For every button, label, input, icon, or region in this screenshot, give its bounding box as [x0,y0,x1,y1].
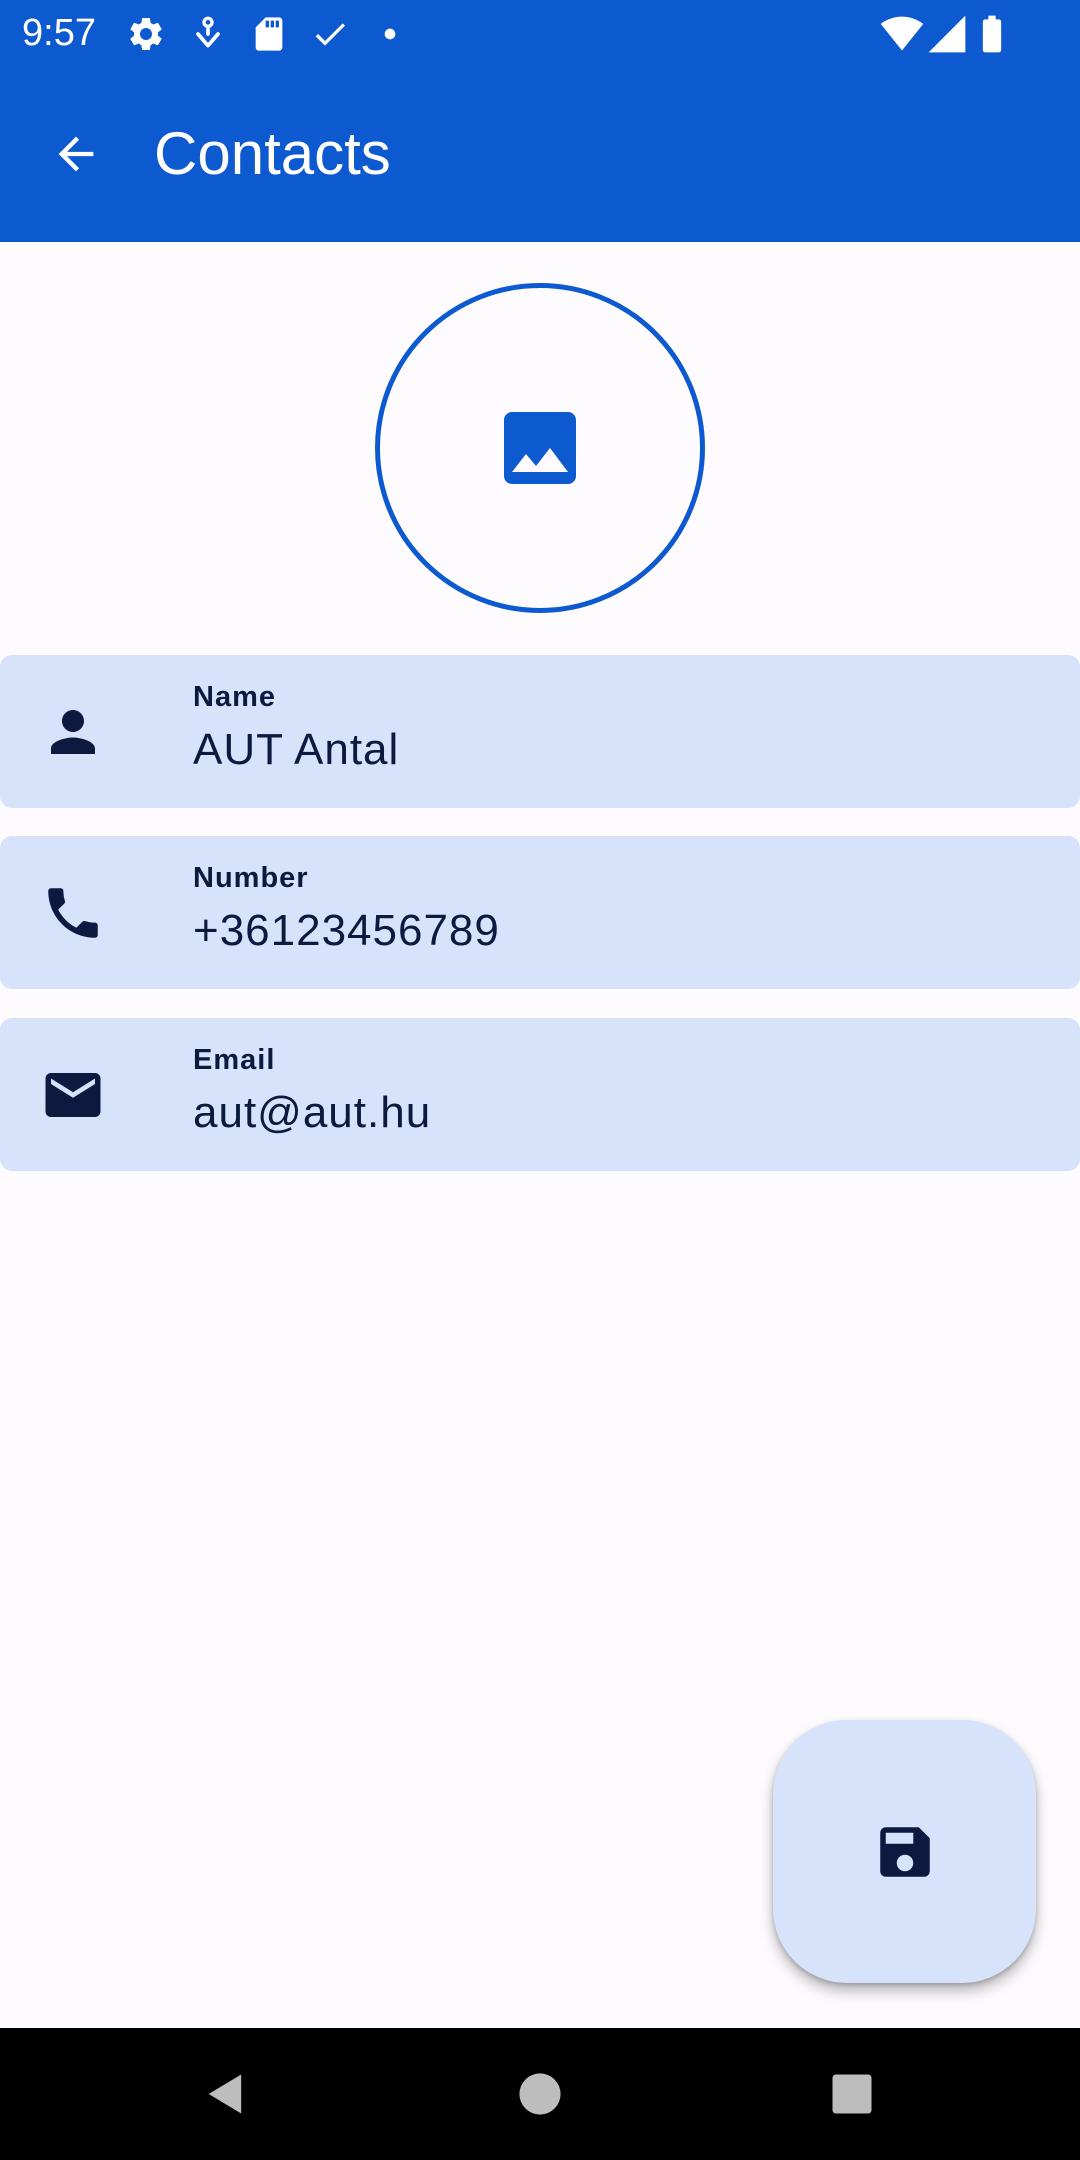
name-field-label: Name [193,681,276,713]
check-icon [310,14,350,54]
avatar-picker[interactable] [375,283,705,613]
signal-icon [925,12,969,56]
app-bar: Contacts [0,66,1080,242]
phone-icon [40,880,106,946]
arrow-back-icon [50,128,102,180]
number-input[interactable] [193,906,1053,956]
notification-icon [188,14,228,54]
sd-card-icon [249,14,289,54]
name-field[interactable]: Name [0,655,1080,808]
status-time: 9:57 [22,12,96,54]
mail-icon [40,1062,106,1128]
dot-icon [370,14,410,54]
save-icon [872,1819,938,1885]
recents-square-icon[interactable] [826,2068,878,2120]
battery-icon [970,12,1014,56]
navigation-bar [0,2028,1080,2160]
page-title: Contacts [154,120,391,187]
back-triangle-icon[interactable] [200,2068,252,2120]
email-field-label: Email [193,1044,276,1076]
back-button[interactable] [40,118,112,190]
save-button[interactable] [773,1720,1036,1983]
wifi-icon [880,12,924,56]
number-field-label: Number [193,862,309,894]
gear-icon [126,14,166,54]
email-input[interactable] [193,1088,1053,1138]
home-circle-icon[interactable] [514,2068,566,2120]
email-field[interactable]: Email [0,1018,1080,1171]
name-input[interactable] [193,725,1053,775]
status-bar: 9:57 [0,0,1080,66]
number-field[interactable]: Number [0,836,1080,989]
screen: 9:57 Contacts Name AUT Antal Number +361… [0,0,1080,2160]
image-icon [492,400,588,496]
person-icon [40,699,106,765]
